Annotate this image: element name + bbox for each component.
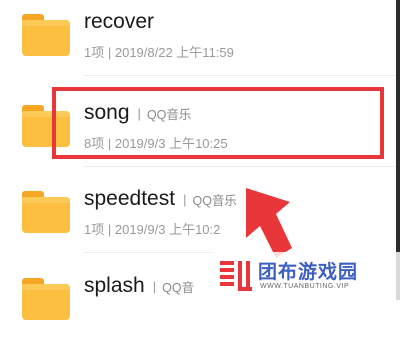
file-name-line: speedtest | QQ音乐: [84, 187, 237, 211]
watermark-name: 团布游戏园: [258, 262, 359, 283]
watermark: 团布游戏园 WWW.TUANBUTING.VIP: [212, 252, 400, 300]
folder-icon: [22, 278, 70, 320]
folder-icon: [22, 191, 70, 233]
name-separator: |: [152, 278, 157, 294]
source-app-label: QQ音乐: [192, 193, 237, 208]
item-count: 1项: [84, 45, 105, 60]
file-name: speedtest: [84, 187, 176, 210]
row-divider: [84, 166, 400, 167]
file-row-recover[interactable]: recover 1项 | 2019/8/22 上午11:59: [0, 0, 400, 76]
modified-date: 2019/8/22 上午11:59: [114, 45, 234, 60]
file-name: recover: [84, 10, 155, 33]
file-name-line: splash | QQ音: [84, 274, 194, 298]
file-meta: 1项 | 2019/8/22 上午11:59: [84, 42, 234, 61]
modified-date: 2019/9/3 上午10:2: [114, 222, 221, 237]
file-meta: 1项 | 2019/9/3 上午10:2: [84, 219, 220, 238]
row-divider: [84, 75, 400, 76]
file-name-line: recover: [84, 10, 154, 34]
sep-dot: |: [107, 222, 115, 237]
source-app-label: QQ音: [162, 280, 195, 295]
item-count: 1项: [84, 222, 105, 237]
file-name: splash: [84, 274, 145, 297]
pointer-arrow-icon: [246, 188, 292, 258]
folder-icon: [22, 14, 70, 56]
file-row-speedtest[interactable]: speedtest | QQ音乐 1项 | 2019/9/3 上午10:2: [0, 171, 400, 253]
sep-dot: |: [107, 45, 115, 60]
watermark-logo-icon: [220, 261, 252, 291]
watermark-url: WWW.TUANBUTING.VIP: [260, 283, 350, 290]
name-separator: |: [183, 191, 187, 207]
highlight-box: [52, 87, 384, 159]
